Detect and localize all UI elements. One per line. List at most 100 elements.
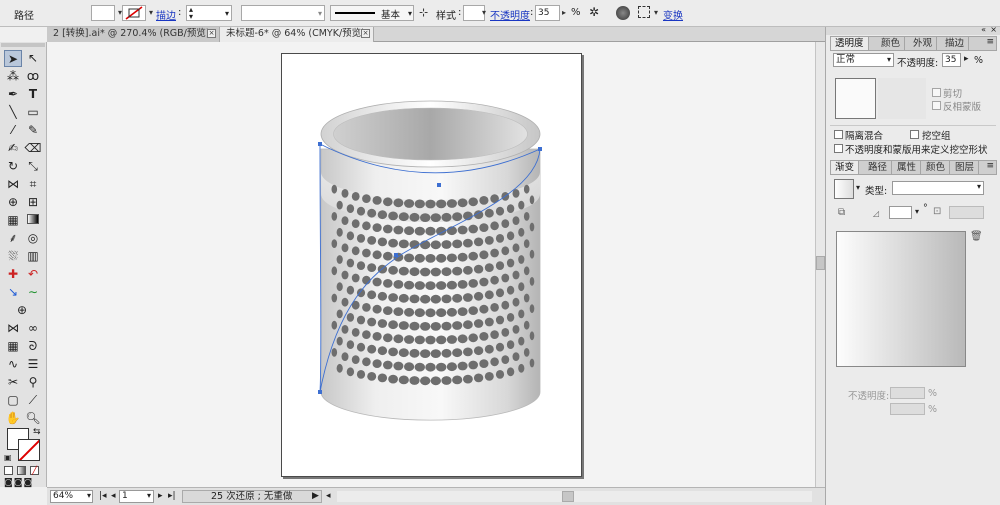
scroll-thumb[interactable] bbox=[816, 256, 825, 270]
mesh-tool-icon[interactable]: ▦ bbox=[4, 212, 22, 229]
tab-layers[interactable]: 图层 bbox=[951, 161, 980, 174]
chevron-down-icon[interactable]: ▾ bbox=[408, 6, 412, 21]
next-artboard-icon[interactable]: ▸ bbox=[158, 491, 163, 501]
stroke-dropdown-arrow[interactable]: ▾ bbox=[146, 5, 156, 21]
tab-gradient[interactable]: 渐变 bbox=[831, 161, 860, 174]
pen-holder-artwork[interactable] bbox=[282, 54, 581, 476]
vertical-scrollbar[interactable] bbox=[815, 42, 825, 487]
trash-icon[interactable]: 🗑︎ bbox=[970, 231, 983, 242]
history-status[interactable]: 25 次还原 ; 无重做 bbox=[182, 490, 322, 503]
width-tool-icon[interactable]: ⋈ bbox=[4, 176, 22, 193]
gradient-angle-input[interactable] bbox=[889, 206, 912, 219]
blend-mode-select[interactable]: 正常 ▾ bbox=[833, 53, 894, 67]
brush-definition[interactable]: 基本 ▾ bbox=[330, 5, 414, 21]
gradient-tool-icon[interactable] bbox=[24, 212, 42, 229]
stroke-swatch[interactable] bbox=[18, 439, 40, 461]
line-segment-tool-icon[interactable]: ╲ bbox=[4, 104, 22, 121]
previous-artboard-icon[interactable]: ◂ bbox=[111, 491, 116, 501]
align-to-selection-icon[interactable] bbox=[638, 6, 650, 18]
twirl-tool-icon[interactable]: ∞ bbox=[24, 320, 42, 337]
perspective-grid-tool-icon[interactable]: ⊞ bbox=[24, 194, 42, 211]
eraser-tool-icon[interactable]: ⌫ bbox=[24, 140, 42, 157]
aspect-ratio-icon[interactable]: ⊡ bbox=[933, 206, 941, 217]
scale-tool-icon[interactable]: ⤡ bbox=[24, 158, 42, 175]
type-tool-icon[interactable]: T bbox=[24, 86, 42, 103]
close-icon[interactable]: × bbox=[361, 29, 370, 38]
anchor-point[interactable] bbox=[394, 253, 398, 257]
tab-attributes[interactable]: 属性 bbox=[893, 161, 922, 174]
artboard-tool-icon[interactable]: ▢ bbox=[4, 392, 22, 409]
gradient-stroke-icon[interactable]: ⧉ bbox=[838, 207, 845, 218]
opacity-mask-knockout-checkbox[interactable] bbox=[834, 144, 843, 153]
tab-color-guide[interactable]: 颜色 bbox=[922, 161, 951, 174]
opacity-panel-link[interactable]: 不透明度 bbox=[490, 7, 530, 22]
paintbrush-tool-icon[interactable]: ⁄ bbox=[4, 122, 22, 139]
style-dropdown-arrow[interactable]: ▾ bbox=[479, 5, 489, 21]
gradient-swatch[interactable] bbox=[834, 179, 854, 199]
selection-tool-icon[interactable]: ➤ bbox=[4, 50, 22, 67]
curvature-tool-icon[interactable]: ↶ bbox=[24, 266, 42, 283]
chart-grid-icon[interactable]: ▦ bbox=[4, 338, 22, 355]
chevron-down-icon[interactable]: ▾ bbox=[915, 207, 919, 216]
stroke-panel-link[interactable]: 描边 bbox=[156, 7, 176, 22]
blob-brush-tool-icon[interactable]: ✍ bbox=[4, 140, 22, 157]
variable-width-profile[interactable]: ▾ bbox=[241, 5, 325, 21]
drawing-mode-icons[interactable]: ◙◙◙ bbox=[4, 479, 44, 488]
lasso-tool-icon[interactable]: ꝏ bbox=[24, 68, 42, 85]
chevron-down-icon[interactable]: ▾ bbox=[887, 54, 891, 66]
rectangle-tool-icon[interactable]: ▭ bbox=[24, 104, 42, 121]
fill-color-swatch[interactable] bbox=[91, 5, 115, 21]
zoom-tool-icon[interactable]: 🔍︎ bbox=[24, 410, 42, 427]
holder-inner-opening[interactable] bbox=[333, 107, 528, 161]
tab-appearance[interactable]: 外观 bbox=[909, 37, 938, 50]
aspect-ratio-input[interactable] bbox=[949, 206, 984, 219]
free-transform-tool-icon[interactable]: ⌗ bbox=[24, 176, 42, 193]
anchor-point[interactable] bbox=[437, 183, 441, 187]
tab-stroke[interactable]: 描边 bbox=[941, 37, 970, 50]
stepper-icon[interactable]: ▴ ▾ bbox=[189, 6, 193, 21]
eyedropper-tool-icon[interactable]: ⸙ bbox=[4, 230, 22, 247]
document-tab-untitled-6[interactable]: 未标题-6* @ 64% (CMYK/预览) × bbox=[220, 27, 374, 42]
spiral-tool-icon[interactable]: ᘐ bbox=[24, 338, 42, 355]
dock-header[interactable]: « × bbox=[826, 25, 1000, 35]
chevron-down-icon[interactable]: ▾ bbox=[977, 182, 981, 191]
color-mode-icon[interactable] bbox=[4, 466, 13, 475]
blend-tool-icon[interactable]: ◎ bbox=[24, 230, 42, 247]
warp-tool-icon[interactable]: ⋈ bbox=[4, 320, 22, 337]
collapse-icon[interactable]: « bbox=[981, 25, 986, 34]
knockout-group-checkbox[interactable] bbox=[910, 130, 919, 139]
align-dropdown-arrow[interactable]: ▾ bbox=[651, 5, 661, 21]
anchor-point[interactable] bbox=[538, 147, 542, 151]
convert-anchor-tool-icon[interactable]: ↘ bbox=[4, 284, 22, 301]
opacity-input[interactable]: 35 bbox=[942, 53, 961, 67]
graphic-style-options-icon[interactable]: ⊹ bbox=[419, 7, 431, 19]
panel-grip[interactable] bbox=[1, 43, 45, 47]
last-artboard-icon[interactable]: ▸| bbox=[168, 491, 176, 501]
live-paint-tool-icon[interactable]: ∿ bbox=[4, 356, 22, 373]
panel-menu-icon[interactable]: ≡ bbox=[986, 161, 994, 171]
opacity-slider-arrow[interactable]: ▸ bbox=[559, 5, 569, 21]
gradient-mode-icon[interactable] bbox=[17, 466, 26, 475]
symbol-sprayer-tool-icon[interactable]: ⛆ bbox=[4, 248, 22, 265]
gradient-preview[interactable] bbox=[836, 231, 966, 367]
horizontal-scrollbar[interactable] bbox=[337, 491, 812, 502]
chevron-down-icon[interactable]: ▾ bbox=[147, 491, 151, 500]
chevron-down-icon[interactable]: ▾ bbox=[225, 6, 229, 21]
knife-tool-icon[interactable]: ⚲ bbox=[24, 374, 42, 391]
slice-tool-icon[interactable]: ⊕ bbox=[13, 302, 31, 319]
stroke-weight-field[interactable]: ▴ ▾ ▾ bbox=[186, 5, 232, 21]
direct-selection-tool-icon[interactable]: ↖ bbox=[24, 50, 42, 67]
pencil-tool-icon[interactable]: ✎ bbox=[24, 122, 42, 139]
close-icon[interactable]: × bbox=[990, 25, 997, 34]
recolor-artwork-icon[interactable]: ✲ bbox=[589, 5, 607, 21]
rotate-tool-icon[interactable]: ↻ bbox=[4, 158, 22, 175]
default-colors-icon[interactable]: ▣ bbox=[4, 453, 12, 462]
tab-pathfinder[interactable]: 路径 bbox=[864, 161, 893, 174]
opacity-input[interactable]: 35 bbox=[535, 5, 560, 21]
slice-select-tool-icon[interactable]: ⟋ bbox=[24, 392, 42, 409]
status-menu-arrow[interactable]: ▶ bbox=[312, 491, 319, 501]
add-anchor-point-icon[interactable]: ✚ bbox=[4, 266, 22, 283]
shape-builder-tool-icon[interactable]: ⊕ bbox=[4, 194, 22, 211]
gradient-type-select[interactable]: ▾ bbox=[892, 181, 984, 195]
isolate-blending-checkbox[interactable] bbox=[834, 130, 843, 139]
